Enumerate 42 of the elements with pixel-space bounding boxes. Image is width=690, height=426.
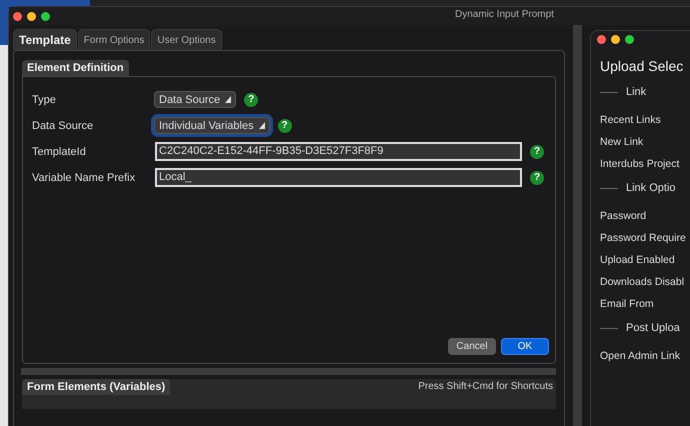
help-button[interactable]: ? bbox=[278, 118, 292, 132]
close-button[interactable] bbox=[597, 35, 606, 44]
dialog-button[interactable]: Cancel bbox=[448, 338, 496, 355]
field-label: TemplateId bbox=[32, 146, 87, 158]
caret-icon bbox=[258, 122, 265, 129]
group-title: Element Definition bbox=[22, 60, 129, 76]
section-heading: Link bbox=[626, 86, 646, 98]
popup-button[interactable]: Individual Variables bbox=[154, 117, 270, 134]
field-label: Type bbox=[32, 94, 57, 106]
option-label: Password Require bbox=[600, 232, 687, 244]
option-label: Interdubs Project bbox=[600, 158, 680, 170]
option-label: Recent Links bbox=[600, 114, 662, 126]
input-field[interactable]: Local_ bbox=[155, 168, 522, 187]
option-label: Password bbox=[600, 210, 648, 222]
field-label: Data Source bbox=[32, 120, 94, 132]
option-label: Open Admin Link bbox=[600, 350, 681, 362]
tab[interactable]: Form Options bbox=[78, 29, 150, 50]
input-field[interactable]: C2C240C2-E152-44FF-9B35-D3E527F3F8F9 bbox=[155, 142, 522, 161]
option-label: Downloads Disabl bbox=[600, 276, 686, 288]
popup-button[interactable]: Data Source bbox=[154, 91, 236, 108]
minimize-button[interactable] bbox=[611, 35, 620, 44]
field-label: Variable Name Prefix bbox=[32, 172, 136, 184]
help-button[interactable]: ? bbox=[530, 170, 544, 184]
window-title: Dynamic Input Prompt bbox=[455, 9, 554, 20]
zoom-button[interactable] bbox=[625, 35, 634, 44]
dialog-button[interactable]: OK bbox=[501, 338, 549, 355]
section-heading: Link Optio bbox=[626, 182, 676, 194]
caret-icon bbox=[225, 96, 232, 103]
group-title: Form Elements (Variables) bbox=[22, 379, 170, 395]
option-label: Email From bbox=[600, 298, 655, 310]
minimize-button[interactable] bbox=[27, 12, 36, 20]
window-title: Upload Selec bbox=[599, 57, 684, 74]
zoom-button[interactable] bbox=[41, 12, 50, 20]
help-button[interactable]: ? bbox=[530, 144, 544, 158]
option-label: Upload Enabled bbox=[600, 254, 676, 266]
option-label: New Link bbox=[600, 136, 644, 148]
section-heading: Post Uploa bbox=[626, 322, 680, 334]
tab[interactable]: Template bbox=[13, 29, 77, 50]
hint-text: Press Shift+Cmd for Shortcuts bbox=[418, 381, 554, 394]
help-button[interactable]: ? bbox=[244, 92, 258, 106]
close-button[interactable] bbox=[13, 12, 22, 20]
tab[interactable]: User Options bbox=[151, 29, 222, 50]
